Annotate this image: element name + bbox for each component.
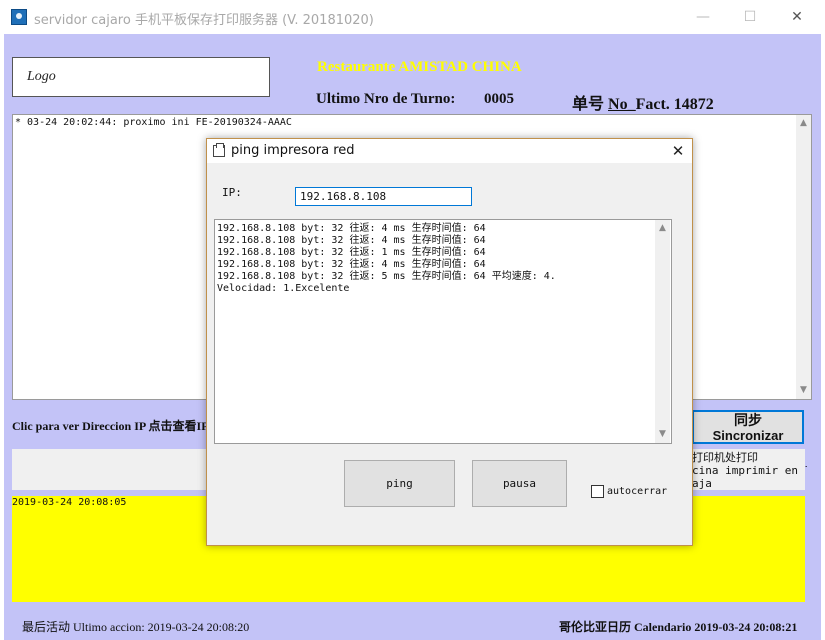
ping-button[interactable]: ping	[344, 460, 455, 507]
scroll-down-icon[interactable]: ▼	[796, 383, 811, 398]
output-line: 192.168.8.108 byt: 32 往返: 5 ms 生存时间值: 64…	[217, 271, 556, 282]
log-line: * 03-24 20:02:44: proximo ini FE-2019032…	[15, 117, 292, 128]
output-line: 192.168.8.108 byt: 32 往返: 4 ms 生存时间值: 64	[217, 223, 486, 234]
info-line: 打印机处打印	[692, 451, 758, 464]
log-scrollbar[interactable]: ▲ ▼	[796, 115, 811, 399]
turn-label: Ultimo Nro de Turno:	[316, 91, 456, 107]
printer-icon	[213, 143, 225, 157]
restaurant-name: Restaurante AMISTAD CHINA	[317, 59, 522, 75]
ip-input[interactable]: 192.168.8.108	[295, 187, 472, 206]
scroll-up-icon[interactable]: ▲	[796, 116, 811, 131]
sync-button[interactable]: 同步 Sincronizar	[692, 410, 804, 444]
scroll-up-icon[interactable]: ▲	[655, 221, 670, 236]
sync-button-label-cn: 同步	[734, 413, 762, 429]
info-line: cina imprimir en la	[692, 464, 807, 477]
turn-value: 0005	[484, 91, 514, 107]
invoice-number: 单号 No_Fact. 14872	[572, 90, 714, 114]
dialog-title: ping impresora red	[231, 143, 355, 158]
message-timestamp: 2019-03-24 20:08:05	[12, 497, 127, 508]
window-title: servidor cajaro 手机平板保存打印服务器 (V. 20181020…	[34, 13, 374, 28]
invoice-prefix: 单号	[572, 96, 609, 113]
info-line: aja	[692, 477, 712, 490]
output-line: 192.168.8.108 byt: 32 往返: 4 ms 生存时间值: 64	[217, 259, 486, 270]
autoclose-label[interactable]: autocerrar	[607, 486, 667, 497]
minimize-button[interactable]: —	[688, 6, 718, 28]
logo-text: Logo	[27, 69, 56, 84]
calendar-status: 哥伦比亚日历 Calendario 2019-03-24 20:08:21	[559, 620, 798, 634]
invoice-label: No_	[608, 96, 636, 113]
last-action-status: 最后活动 Ultimo accion: 2019-03-24 20:08:20	[22, 620, 250, 634]
autoclose-checkbox[interactable]	[591, 485, 604, 498]
maximize-button[interactable]: ☐	[735, 6, 765, 28]
output-line: 192.168.8.108 byt: 32 往返: 1 ms 生存时间值: 64	[217, 247, 486, 258]
app-icon	[11, 9, 27, 25]
pause-button[interactable]: pausa	[472, 460, 567, 507]
output-line: 192.168.8.108 byt: 32 往返: 4 ms 生存时间值: 64	[217, 235, 486, 246]
sync-button-label-es: Sincronizar	[712, 428, 784, 443]
dialog-close-button[interactable]: ✕	[668, 141, 688, 161]
show-ip-link[interactable]: Clic para ver Direccion IP 点击查看IP	[12, 417, 209, 434]
close-button[interactable]: ✕	[782, 6, 812, 28]
output-scrollbar[interactable]: ▲ ▼	[655, 220, 670, 443]
info-text: 打印机处打印 cina imprimir en la aja	[692, 451, 807, 490]
invoice-value: Fact. 14872	[635, 96, 714, 113]
ip-label: IP:	[222, 186, 242, 199]
scroll-down-icon[interactable]: ▼	[655, 427, 670, 442]
output-line: Velocidad: 1.Excelente	[217, 283, 350, 294]
